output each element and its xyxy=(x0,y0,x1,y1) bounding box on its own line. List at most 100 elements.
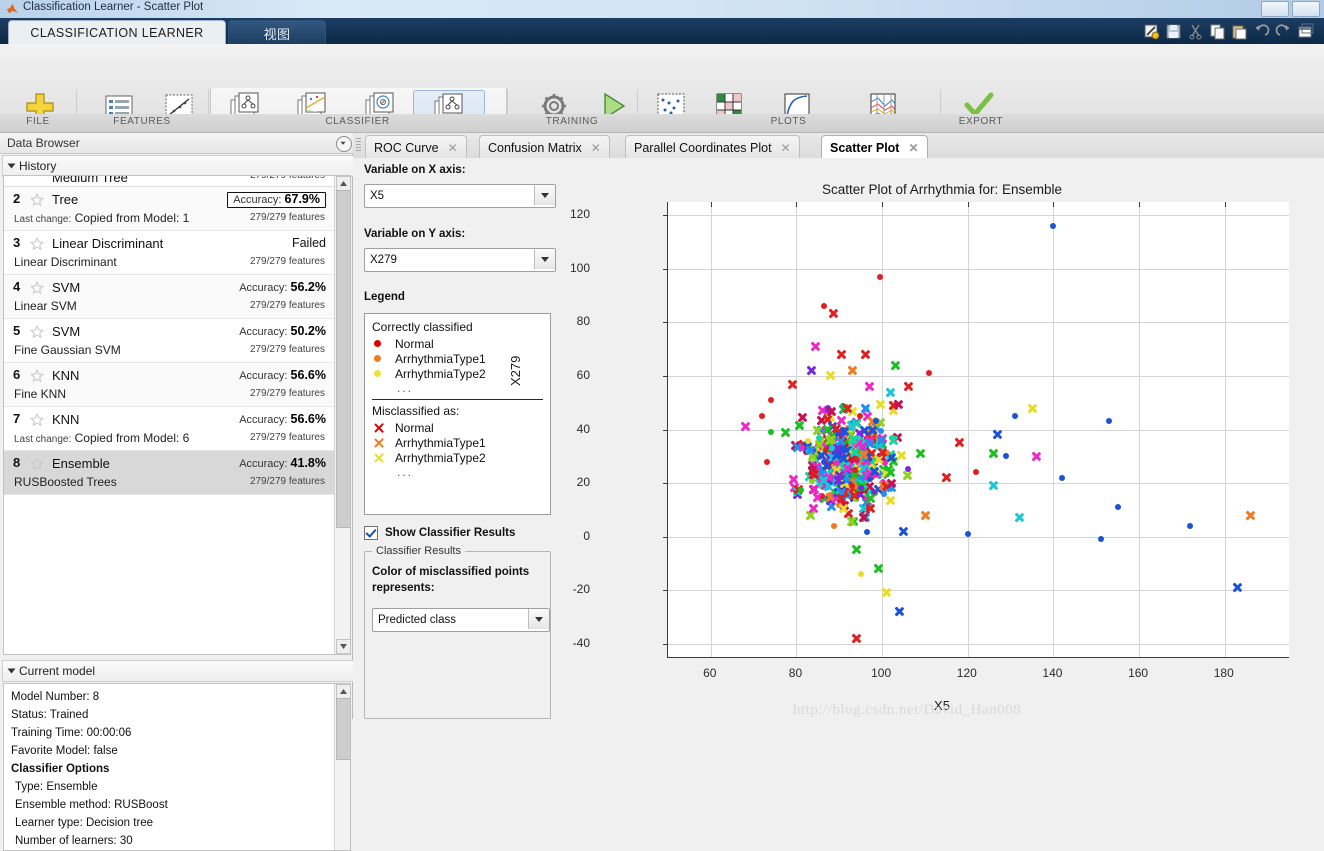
star-icon[interactable] xyxy=(29,456,45,471)
show-classifier-results-checkbox[interactable] xyxy=(364,526,378,540)
history-row[interactable]: 6 KNN Accuracy: 56.6% Fine KNN 279/279 featu… xyxy=(4,363,334,407)
scatter-point-misclassified xyxy=(864,381,875,392)
legend-row: ArrhythmiaType1 xyxy=(365,435,550,450)
history-scroll-thumb[interactable] xyxy=(336,190,350,528)
undo-icon[interactable] xyxy=(1253,23,1270,40)
maximize-button[interactable] xyxy=(1292,1,1320,17)
current-model-section-header[interactable]: Current model xyxy=(2,660,358,682)
scatter-point-misclassified xyxy=(875,399,886,410)
chevron-down-icon[interactable] xyxy=(528,609,549,629)
scatter-point-correct xyxy=(1011,413,1018,420)
history-header-label: History xyxy=(19,159,57,173)
history-row[interactable]: 4 SVM Accuracy: 56.2% Linear SVM 279/279 fea… xyxy=(4,275,334,319)
star-icon[interactable] xyxy=(29,280,45,295)
gridline-horizontal xyxy=(668,322,1289,324)
scroll-up-arrow[interactable] xyxy=(336,176,350,191)
scatter-point-misclassified xyxy=(835,436,846,447)
cm-scroll-up-arrow[interactable] xyxy=(336,684,350,699)
cm-scroll-thumb[interactable] xyxy=(336,698,350,760)
close-icon[interactable]: ✕ xyxy=(448,141,458,155)
chevron-circle-icon[interactable] xyxy=(336,136,352,152)
star-icon[interactable] xyxy=(29,324,45,339)
history-scrollbar[interactable] xyxy=(334,176,350,654)
scatter-point-misclassified xyxy=(914,448,925,459)
scatter-point-misclassified xyxy=(1031,451,1042,462)
legend-correct-header: Correctly classified xyxy=(372,320,473,334)
history-features: 279/279 features xyxy=(249,256,325,267)
current-model-header-label: Current model xyxy=(19,664,96,678)
scroll-down-arrow[interactable] xyxy=(336,639,350,654)
star-icon[interactable] xyxy=(29,412,45,427)
gridline-horizontal xyxy=(668,536,1289,538)
show-classifier-results-row[interactable]: Show Classifier Results xyxy=(364,526,515,540)
paste-icon[interactable] xyxy=(1231,23,1248,40)
document-tab[interactable]: ROC Curve ✕ xyxy=(365,135,467,159)
history-row[interactable]: 5 SVM Accuracy: 50.2% Fine Gaussian SVM 279/… xyxy=(4,319,334,363)
scatter-point-misclassified xyxy=(885,495,896,506)
document-tab[interactable]: Confusion Matrix ✕ xyxy=(479,135,610,159)
document-tab[interactable]: Parallel Coordinates Plot ✕ xyxy=(625,135,800,159)
cut-icon[interactable] xyxy=(1187,23,1204,40)
history-model-name: Medium Tree xyxy=(52,176,128,185)
classifier-results-group: Classifier Results Color of misclassifie… xyxy=(364,545,551,719)
ribbon-tab-view[interactable]: 视图 xyxy=(228,20,326,45)
x-tick-mark xyxy=(1224,202,1226,207)
history-row[interactable]: 7 KNN Accuracy: 56.6% Last change: Copied f… xyxy=(4,407,334,451)
close-icon[interactable]: ✕ xyxy=(908,141,918,155)
x-axis-tick-label: 60 xyxy=(703,666,717,680)
tab-gripper-icon[interactable] xyxy=(356,138,361,153)
close-icon[interactable]: ✕ xyxy=(781,141,791,155)
history-index: 6 xyxy=(13,367,21,382)
redo-icon[interactable] xyxy=(1275,23,1292,40)
scatter-point-misclassified xyxy=(889,360,900,371)
history-section-header[interactable]: History xyxy=(2,155,358,177)
scatter-point-misclassified xyxy=(865,493,876,504)
legend-title: Legend xyxy=(364,291,405,303)
copy-icon[interactable] xyxy=(1209,23,1226,40)
document-tab[interactable]: Scatter Plot ✕ xyxy=(821,135,928,159)
y-axis-tick-label: -40 xyxy=(572,635,590,650)
history-row[interactable]: 8 Ensemble Accuracy: 41.8% RUSBoosted Trees… xyxy=(4,451,334,495)
scatter-point-misclassified xyxy=(816,450,827,461)
ribbon: NewSession ▾ FeatureSelection PCA Bagged… xyxy=(0,44,1324,174)
ribbon-tab-classification-learner[interactable]: CLASSIFICATION LEARNER xyxy=(8,20,226,45)
history-row[interactable]: 3 Linear Discriminant Failed Linear Discrim… xyxy=(4,231,334,275)
history-accuracy: Accuracy: 56.6% xyxy=(239,412,326,426)
scatter-point-misclassified xyxy=(864,438,875,449)
x-axis-variable-select[interactable]: X5 xyxy=(364,184,556,208)
history-row[interactable]: Medium Tree 279/279 features xyxy=(4,176,334,187)
predicted-class-select[interactable]: Predicted class xyxy=(372,608,550,632)
current-model-scrollbar[interactable] xyxy=(334,684,350,850)
scatter-point-correct xyxy=(864,528,871,535)
current-model-line: Type: Ensemble xyxy=(15,781,98,793)
x-axis-tick-label: 140 xyxy=(1042,666,1063,680)
scatter-point-misclassified xyxy=(886,478,897,489)
new-script-icon[interactable] xyxy=(1143,23,1160,40)
x-tick-mark xyxy=(1139,202,1141,207)
x-axis-tick-label: 180 xyxy=(1213,666,1234,680)
save-icon[interactable] xyxy=(1165,23,1182,40)
scatter-point-correct xyxy=(851,466,858,473)
minimize-button[interactable] xyxy=(1261,1,1289,17)
history-list[interactable]: Medium Tree 279/279 features 2 Tree Accuracy… xyxy=(3,175,351,655)
y-axis-variable-select[interactable]: X279 xyxy=(364,248,556,272)
layout-icon[interactable] xyxy=(1297,23,1314,40)
history-row[interactable]: 2 Tree Accuracy: 67.9% Last change: Copied … xyxy=(4,187,334,231)
scatter-point-misclassified xyxy=(860,349,871,360)
gridline-vertical xyxy=(710,202,712,657)
chart-title: Scatter Plot of Arrhythmia for: Ensemble xyxy=(821,182,1063,197)
star-icon[interactable] xyxy=(29,236,45,251)
scatter-point-misclassified xyxy=(788,474,799,485)
star-icon[interactable] xyxy=(29,192,45,207)
history-subtitle: Linear Discriminant xyxy=(14,255,117,269)
chevron-down-icon[interactable] xyxy=(534,185,555,205)
y-axis-variable-label: Variable on Y axis: xyxy=(364,228,466,240)
plot-axes[interactable] xyxy=(663,202,1289,658)
data-browser-title: Data Browser xyxy=(7,136,80,150)
title-bar: Classification Learner - Scatter Plot xyxy=(0,0,1324,18)
scatter-point-correct xyxy=(1003,453,1010,460)
y-axis-tick-label: -20 xyxy=(572,582,590,597)
close-icon[interactable]: ✕ xyxy=(591,141,601,155)
star-icon[interactable] xyxy=(29,368,45,383)
scatter-point-misclassified xyxy=(896,450,907,461)
